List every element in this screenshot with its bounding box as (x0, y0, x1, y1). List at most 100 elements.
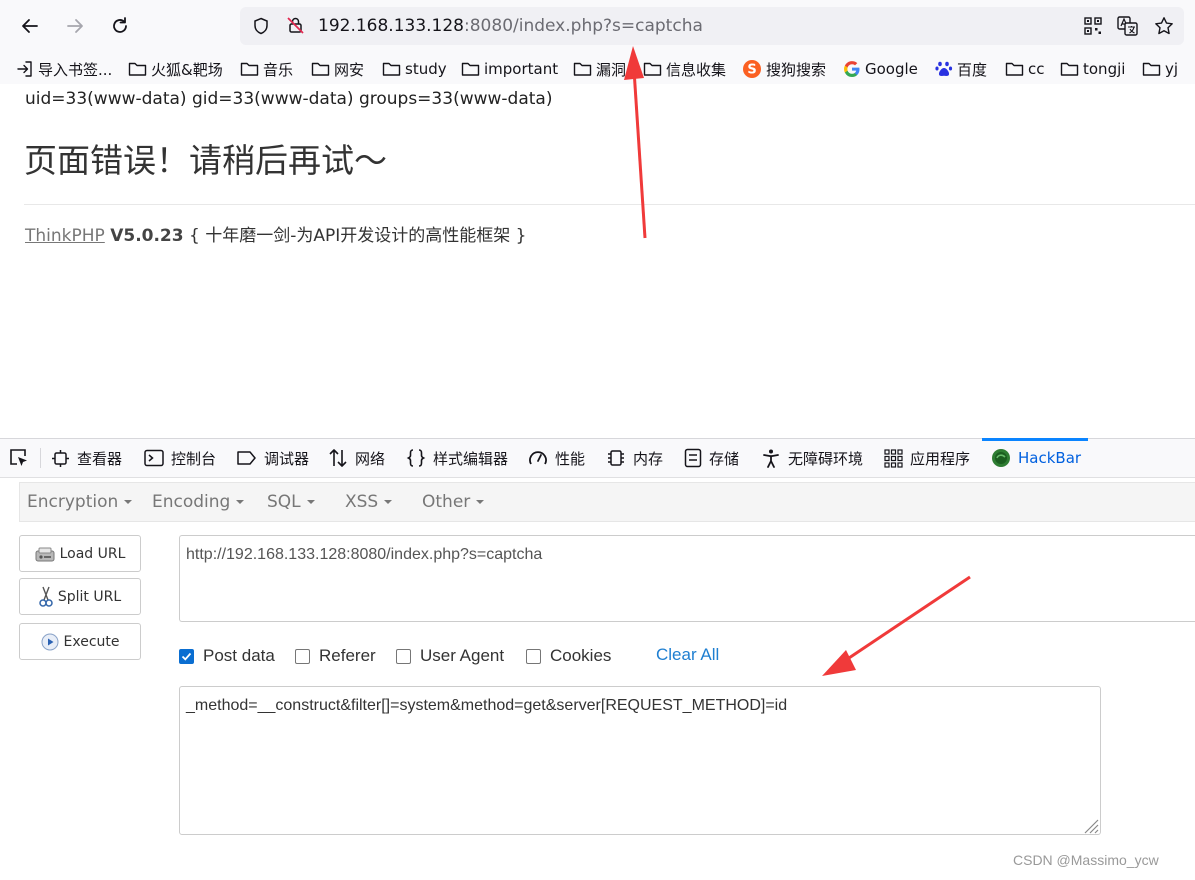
bookmark-folder[interactable]: 火狐&靶场 (128, 59, 223, 79)
google-icon (844, 61, 860, 77)
tab-performance[interactable]: 性能 (528, 439, 585, 477)
tab-label: 应用程序 (910, 449, 971, 468)
browser-toolbar: 192.168.133.128:8080/index.php?s=captcha (0, 0, 1195, 54)
referer-checkbox[interactable]: Referer (295, 645, 376, 667)
menu-encoding[interactable]: Encoding (152, 492, 245, 512)
bookmark-label: 音乐 (263, 60, 294, 79)
cookies-checkbox[interactable]: Cookies (526, 645, 611, 667)
caret-down-icon (476, 500, 485, 504)
tab-accessibility[interactable]: 无障碍环境 (761, 439, 863, 477)
back-button[interactable] (14, 10, 46, 42)
star-icon[interactable] (1154, 16, 1174, 36)
page-content: uid=33(www-data) gid=33(www-data) groups… (0, 84, 1195, 438)
url-textarea[interactable]: http://192.168.133.128:8080/index.php?s=… (179, 535, 1195, 622)
bookmarks-toolbar: 导入书签... 火狐&靶场 音乐 网安 study important 漏洞 信… (0, 54, 1195, 84)
tab-console[interactable]: 控制台 (144, 439, 216, 477)
bookmark-google[interactable]: Google (843, 59, 918, 79)
back-arrow-icon (22, 19, 38, 33)
storage-icon (684, 448, 702, 468)
option-label: Cookies (550, 646, 612, 665)
tab-label: 存储 (709, 449, 740, 468)
style-editor-icon (406, 449, 426, 467)
tab-inspector[interactable]: 查看器 (51, 439, 122, 477)
insecure-lock-icon[interactable] (286, 16, 305, 35)
scissors-icon (39, 586, 53, 607)
bookmark-import[interactable]: 导入书签... (16, 59, 112, 79)
bookmark-folder[interactable]: study (382, 59, 447, 79)
bookmark-folder[interactable]: important (461, 59, 558, 79)
accessibility-icon (763, 449, 779, 468)
forward-button[interactable] (59, 10, 91, 42)
inspector-icon (52, 449, 69, 467)
reload-icon (113, 17, 127, 33)
bookmark-label: yj (1165, 60, 1179, 78)
clear-all-link[interactable]: Clear All (656, 645, 719, 665)
tab-network[interactable]: 网络 (328, 439, 385, 477)
tab-label: 无障碍环境 (788, 449, 864, 468)
resize-handle-icon[interactable] (1081, 816, 1099, 834)
url-host: 192.168.133.128 (318, 16, 465, 36)
import-icon (17, 61, 32, 77)
bookmark-baidu[interactable]: 百度 (935, 59, 987, 79)
divider (24, 204, 1195, 205)
sogou-icon: S (743, 60, 761, 78)
tab-style-editor[interactable]: 样式编辑器 (406, 439, 508, 477)
shield-icon[interactable] (252, 17, 270, 35)
load-url-button[interactable]: Load URL (19, 535, 141, 572)
folder-icon (461, 62, 480, 76)
folder-icon (643, 62, 662, 76)
memory-icon (608, 450, 624, 466)
split-url-button[interactable]: Split URL (19, 578, 141, 615)
bookmark-folder[interactable]: yj (1142, 59, 1178, 79)
bookmark-folder[interactable]: tongji (1060, 59, 1125, 79)
url-text[interactable]: 192.168.133.128:8080/index.php?s=captcha (318, 16, 703, 36)
caret-down-icon (306, 500, 315, 504)
bookmark-folder[interactable]: 信息收集 (643, 59, 726, 79)
address-bar[interactable]: 192.168.133.128:8080/index.php?s=captcha (240, 7, 1184, 45)
menu-encryption[interactable]: Encryption (27, 492, 133, 512)
caret-down-icon (124, 500, 133, 504)
url-path: :8080/index.php?s=captcha (464, 16, 703, 36)
bookmark-folder[interactable]: cc (1005, 59, 1045, 79)
qr-code-icon[interactable] (1084, 17, 1102, 35)
element-picker-button[interactable] (8, 439, 37, 477)
caret-down-icon (236, 500, 245, 504)
tab-application[interactable]: 应用程序 (884, 439, 970, 477)
bookmark-folder[interactable]: 音乐 (240, 59, 293, 79)
tab-hackbar[interactable]: HackBar (991, 439, 1081, 477)
bookmark-folder[interactable]: 漏洞 (573, 59, 626, 79)
bookmark-folder[interactable]: 网安 (311, 59, 364, 79)
button-label: Load URL (59, 545, 126, 562)
tab-debugger[interactable]: 调试器 (236, 439, 309, 477)
execute-button[interactable]: Execute (19, 623, 141, 660)
translate-icon[interactable] (1117, 16, 1138, 36)
menu-label: Encoding (152, 492, 231, 512)
menu-xss[interactable]: XSS (345, 492, 393, 512)
framework-version: V5.0.23 (110, 226, 184, 246)
folder-icon (240, 62, 259, 76)
folder-icon (1005, 62, 1024, 76)
thinkphp-link[interactable]: ThinkPHP (25, 226, 105, 246)
user-agent-checkbox[interactable]: User Agent (396, 645, 504, 667)
tab-memory[interactable]: 内存 (606, 439, 663, 477)
bookmark-label: study (405, 60, 447, 78)
play-icon (41, 633, 58, 650)
menu-sql[interactable]: SQL (267, 492, 315, 512)
folder-icon (1142, 62, 1161, 76)
post-data-textarea[interactable]: _method=__construct&filter[]=system&meth… (179, 686, 1101, 835)
post-data-checkbox[interactable]: Post data (179, 645, 275, 667)
error-title: 页面错误！请稍后再试～ (24, 141, 387, 180)
active-tab-indicator (982, 438, 1088, 441)
bookmark-label: 信息收集 (666, 60, 727, 79)
bookmark-sogou[interactable]: S 搜狗搜索 (742, 59, 826, 79)
tab-label: 调试器 (264, 449, 310, 468)
menu-other[interactable]: Other (422, 492, 485, 512)
hackbar-icon (992, 449, 1010, 467)
reload-button[interactable] (104, 10, 136, 42)
command-output: uid=33(www-data) gid=33(www-data) groups… (25, 89, 553, 109)
bookmark-label: tongji (1083, 60, 1126, 78)
tab-storage[interactable]: 存储 (684, 439, 739, 477)
bookmark-label: 网安 (334, 60, 365, 79)
hackbar-menubar: Encryption Encoding SQL XSS Other (19, 482, 1195, 522)
framework-copyright: ThinkPHP V5.0.23 { 十年磨一剑-为API开发设计的高性能框架 … (25, 221, 526, 246)
